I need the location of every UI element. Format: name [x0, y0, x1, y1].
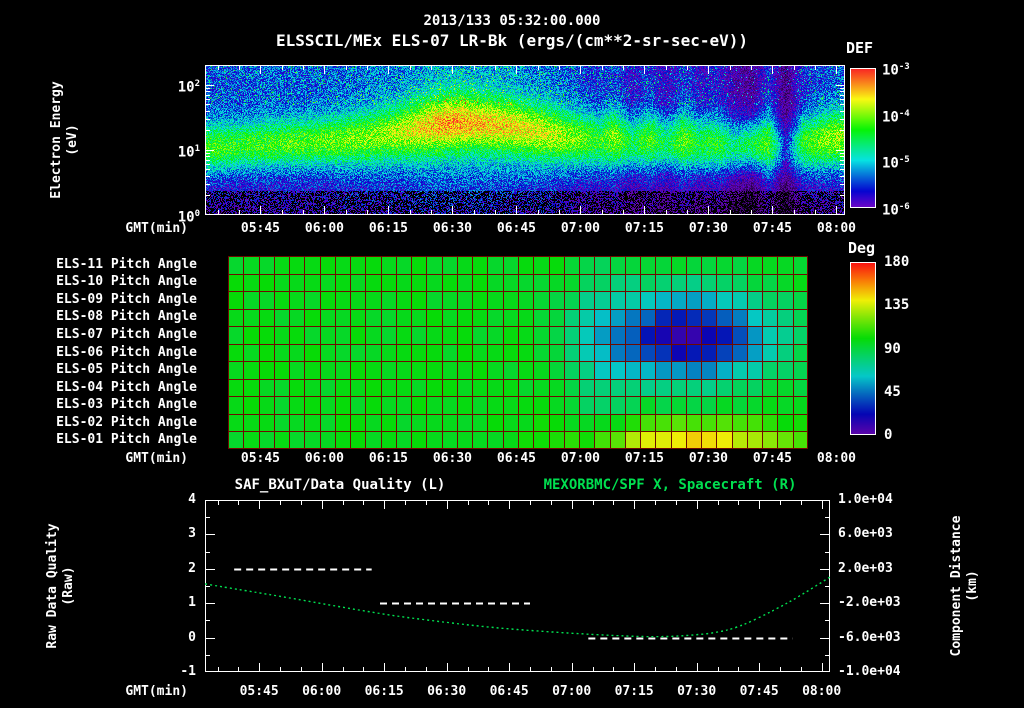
gmt-axis-label: GMT(min): [125, 684, 188, 699]
pitch-row-label: ELS-07 Pitch Angle: [56, 326, 197, 342]
pitch-angle-heatmap: [228, 256, 808, 449]
x-tick-label: 07:00: [552, 684, 592, 699]
deg-colorbar-tick-label: 135: [884, 297, 910, 314]
left-y-tick-label: 2: [188, 560, 196, 576]
x-tick-label: 07:15: [614, 684, 654, 699]
flux-colorbar-tick-label: 10-6: [882, 202, 910, 219]
x-tick-label: 06:00: [304, 221, 345, 236]
x-tick-label: 06:45: [496, 221, 537, 236]
x-tick-label: 06:45: [496, 451, 537, 466]
electron-spectrogram-heatmap: [205, 65, 845, 215]
left-y-tick-label: 0: [188, 629, 196, 645]
deg-colorbar-tick-label: 0: [884, 427, 893, 443]
spectrogram-y-axis-label-line1: Electron Energy: [49, 81, 64, 199]
left-y-tick-label: 3: [188, 526, 196, 542]
pitch-row-label: ELS-11 Pitch Angle: [56, 256, 197, 272]
distance-y-axis-label-line2: (km): [965, 570, 980, 602]
x-tick-label: 05:45: [239, 684, 279, 699]
y-tick-label: 102: [177, 78, 200, 96]
x-tick-label: 06:30: [427, 684, 467, 699]
pitch-row-label: ELS-08 Pitch Angle: [56, 309, 197, 325]
x-tick-label: 05:45: [240, 451, 281, 466]
x-tick-label: 06:15: [368, 221, 409, 236]
pitch-row-label: ELS-03 Pitch Angle: [56, 397, 197, 413]
right-y-tick-label: -2.0e+03: [838, 595, 901, 611]
x-tick-label: 06:45: [489, 684, 529, 699]
x-tick-label: 07:00: [560, 221, 601, 236]
x-tick-label: 07:45: [739, 684, 779, 699]
flux-colorbar-tick-label: 10-3: [882, 62, 910, 79]
x-tick-label: 07:00: [560, 451, 601, 466]
distance-y-axis-label-line1: Component Distance: [949, 515, 964, 657]
pitch-row-label: ELS-05 Pitch Angle: [56, 362, 197, 378]
right-y-tick-label: -6.0e+03: [838, 629, 901, 645]
deg-colorbar: [850, 262, 876, 435]
pitch-row-label: ELS-06 Pitch Angle: [56, 344, 197, 360]
pitch-row-label: ELS-10 Pitch Angle: [56, 274, 197, 290]
right-y-tick-label: 6.0e+03: [838, 526, 893, 542]
pitch-row-label: ELS-02 Pitch Angle: [56, 414, 197, 430]
y-tick-label: 100: [177, 209, 200, 226]
x-tick-label: 07:45: [752, 451, 793, 466]
deg-colorbar-tick-label: 45: [884, 383, 901, 400]
timestamp-title: 2013/133 05:32:00.000: [423, 13, 601, 29]
x-tick-label: 07:30: [688, 451, 729, 466]
x-tick-label: 06:30: [432, 451, 473, 466]
quality-y-axis-label: Raw Data Quality (Raw): [45, 466, 79, 706]
x-tick-label: 08:00: [802, 684, 842, 699]
deg-colorbar-tick-label: 90: [884, 340, 901, 357]
right-y-tick-label: 1.0e+04: [838, 492, 893, 507]
els-plot-screen: 2013/133 05:32:00.000 ELSSCIL/MEx ELS-07…: [0, 0, 1024, 708]
x-tick-label: 06:15: [364, 684, 404, 699]
right-y-tick-label: -1.0e+04: [838, 664, 901, 679]
x-tick-label: 06:00: [304, 451, 345, 466]
left-y-tick-label: 1: [188, 595, 196, 611]
right-y-tick-label: 2.0e+03: [838, 560, 893, 576]
x-tick-label: 08:00: [816, 451, 857, 466]
flux-colorbar-title: DEF: [846, 39, 874, 57]
left-y-tick-label: 4: [188, 492, 196, 507]
x-tick-label: 06:30: [432, 221, 473, 236]
gmt-axis-label: GMT(min): [125, 451, 188, 466]
x-tick-label: 06:15: [368, 451, 409, 466]
x-tick-label: 08:00: [816, 221, 857, 236]
x-tick-label: 07:15: [624, 221, 665, 236]
pitch-row-label: ELS-04 Pitch Angle: [56, 379, 197, 395]
flux-colorbar-tick-label: 10-4: [882, 108, 910, 126]
x-tick-label: 07:30: [677, 684, 717, 699]
quality-y-axis-label-line1: Raw Data Quality: [45, 523, 60, 649]
deg-colorbar-tick-label: 180: [884, 254, 910, 270]
x-tick-label: 05:45: [240, 221, 281, 236]
flux-colorbar-tick-label: 10-5: [882, 155, 910, 172]
quality-y-axis-label-line2: (Raw): [61, 566, 76, 606]
x-tick-label: 07:45: [752, 221, 793, 236]
left-y-tick-label: -1: [180, 664, 196, 679]
spectrogram-y-axis-label-line2: (eV): [65, 124, 80, 156]
pitch-row-label: ELS-09 Pitch Angle: [56, 291, 197, 307]
spectrogram-y-axis-label: Electron Energy (eV): [49, 20, 83, 260]
x-tick-label: 07:15: [624, 451, 665, 466]
quality-distance-chart: [205, 500, 830, 672]
y-tick-label: 101: [177, 143, 200, 161]
x-tick-label: 07:30: [688, 221, 729, 236]
distance-series-title: MEXORBMC/SPF X, Spacecraft (R): [543, 477, 797, 493]
x-tick-label: 06:00: [302, 684, 342, 699]
flux-colorbar: [850, 68, 876, 208]
pitch-row-label: ELS-01 Pitch Angle: [56, 432, 197, 448]
distance-y-axis-label: Component Distance (km): [949, 466, 983, 706]
quality-series-title: SAF_BXuT/Data Quality (L): [234, 477, 446, 493]
